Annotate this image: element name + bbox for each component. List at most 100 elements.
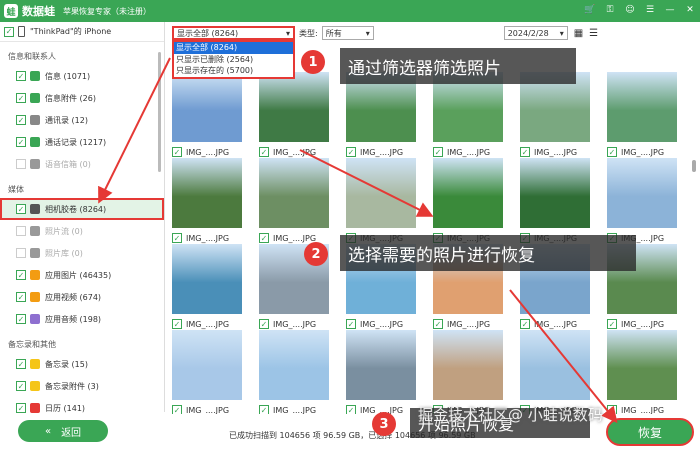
dropdown-option-all[interactable]: 显示全部 (8264) bbox=[174, 42, 293, 54]
sidebar-item[interactable]: ✓ 应用视频 (674) bbox=[0, 286, 164, 308]
photo-cell[interactable]: ✓IMG_....JPG bbox=[172, 72, 242, 159]
sidebar-item-checkbox[interactable]: ✓ bbox=[16, 93, 26, 103]
photo-cell[interactable]: ✓IMG_....JPG bbox=[433, 158, 503, 245]
photo-checkbox[interactable]: ✓ bbox=[433, 147, 443, 157]
photo-checkbox[interactable]: ✓ bbox=[607, 319, 617, 329]
sidebar-item[interactable]: ✓ 备忘录 (15) bbox=[0, 353, 164, 375]
photo-checkbox[interactable]: ✓ bbox=[172, 405, 182, 414]
photo-cell[interactable]: ✓IMG_....JPG bbox=[433, 72, 503, 159]
sidebar-item[interactable]: ✓ 备忘录附件 (3) bbox=[0, 375, 164, 397]
key-icon[interactable]: ⚿ bbox=[604, 4, 616, 16]
feedback-icon[interactable]: ☺ bbox=[624, 4, 636, 16]
photo-thumbnail[interactable] bbox=[172, 330, 242, 400]
photo-thumbnail[interactable] bbox=[346, 158, 416, 228]
photo-checkbox[interactable]: ✓ bbox=[607, 405, 617, 414]
type-select[interactable]: 所有 ▾ bbox=[321, 26, 374, 40]
minimize-icon[interactable]: — bbox=[664, 4, 676, 16]
sidebar-item-checkbox[interactable]: ✓ bbox=[16, 115, 26, 125]
sidebar-item-checkbox[interactable] bbox=[16, 226, 26, 236]
sidebar-item[interactable]: ✓ 相机胶卷 (8264) bbox=[0, 198, 164, 220]
photo-thumbnail[interactable] bbox=[259, 72, 329, 142]
photo-cell[interactable]: ✓IMG_....JPG bbox=[346, 330, 416, 414]
device-checkbox[interactable]: ✓ bbox=[4, 26, 14, 37]
sidebar-item[interactable]: ✓ 通话记录 (1217) bbox=[0, 131, 164, 153]
sidebar-item[interactable]: ✓ 日历 (141) bbox=[0, 397, 164, 419]
dropdown-option-deleted[interactable]: 只显示已删除 (2564) bbox=[174, 54, 293, 66]
device-row[interactable]: ✓ "ThinkPad"的 iPhone bbox=[0, 22, 164, 42]
photo-checkbox[interactable]: ✓ bbox=[259, 147, 269, 157]
photo-thumbnail[interactable] bbox=[259, 158, 329, 228]
photo-checkbox[interactable]: ✓ bbox=[259, 405, 269, 414]
photo-checkbox[interactable]: ✓ bbox=[346, 405, 356, 414]
photo-cell[interactable]: ✓IMG_....JPG bbox=[172, 244, 242, 331]
sidebar-item[interactable]: ✓ 信息附件 (26) bbox=[0, 87, 164, 109]
sidebar-scrollbar[interactable] bbox=[158, 52, 161, 172]
photo-checkbox[interactable]: ✓ bbox=[259, 319, 269, 329]
sidebar-item-checkbox[interactable] bbox=[16, 159, 26, 169]
sidebar-item[interactable]: 照片库 (0) bbox=[0, 242, 164, 264]
photo-cell[interactable]: ✓IMG_....JPG bbox=[259, 330, 329, 414]
sidebar-item-checkbox[interactable]: ✓ bbox=[16, 381, 26, 391]
photo-cell[interactable]: ✓IMG_....JPG bbox=[607, 158, 677, 245]
photo-thumbnail[interactable] bbox=[607, 158, 677, 228]
photo-checkbox[interactable]: ✓ bbox=[259, 233, 269, 243]
recover-button[interactable]: 恢复 bbox=[606, 418, 694, 446]
grid-scrollbar[interactable] bbox=[692, 160, 696, 172]
sidebar-item[interactable]: ✓ 通讯录 (12) bbox=[0, 109, 164, 131]
photo-checkbox[interactable]: ✓ bbox=[607, 147, 617, 157]
sidebar-item-checkbox[interactable] bbox=[16, 248, 26, 258]
photo-thumbnail[interactable] bbox=[259, 330, 329, 400]
photo-thumbnail[interactable] bbox=[433, 330, 503, 400]
sidebar-item-checkbox[interactable]: ✓ bbox=[16, 71, 26, 81]
photo-cell[interactable]: ✓IMG_....JPG bbox=[433, 330, 503, 414]
photo-cell[interactable]: ✓IMG_....JPG bbox=[172, 330, 242, 414]
back-button[interactable]: « 返回 bbox=[18, 420, 108, 442]
photo-cell[interactable]: ✓IMG_....JPG bbox=[346, 72, 416, 159]
photo-checkbox[interactable]: ✓ bbox=[346, 147, 356, 157]
sidebar-item[interactable]: 照片流 (0) bbox=[0, 220, 164, 242]
photo-thumbnail[interactable] bbox=[520, 330, 590, 400]
sidebar-item-checkbox[interactable]: ✓ bbox=[16, 359, 26, 369]
close-icon[interactable]: ✕ bbox=[684, 4, 696, 16]
photo-cell[interactable]: ✓IMG_....JPG bbox=[520, 330, 590, 414]
show-filter-select[interactable]: 显示全部 (8264) ▾ bbox=[172, 26, 295, 40]
cart-icon[interactable]: 🛒 bbox=[584, 4, 596, 16]
photo-cell[interactable]: ✓IMG_....JPG bbox=[520, 72, 590, 159]
sidebar-item-checkbox[interactable]: ✓ bbox=[16, 314, 26, 324]
photo-thumbnail[interactable] bbox=[520, 158, 590, 228]
sidebar-item[interactable]: 语音信箱 (0) bbox=[0, 153, 164, 175]
sidebar-item-checkbox[interactable]: ✓ bbox=[16, 137, 26, 147]
photo-cell[interactable]: ✓IMG_....JPG bbox=[607, 330, 677, 414]
photo-checkbox[interactable]: ✓ bbox=[346, 319, 356, 329]
sidebar-item[interactable]: ✓ 信息 (1071) bbox=[0, 65, 164, 87]
photo-thumbnail[interactable] bbox=[433, 158, 503, 228]
photo-checkbox[interactable]: ✓ bbox=[520, 147, 530, 157]
photo-checkbox[interactable]: ✓ bbox=[172, 233, 182, 243]
sidebar-item-checkbox[interactable]: ✓ bbox=[16, 270, 26, 280]
sidebar-item[interactable]: ✓ 应用图片 (46435) bbox=[0, 264, 164, 286]
photo-cell[interactable]: ✓IMG_....JPG bbox=[259, 72, 329, 159]
dropdown-option-existing[interactable]: 只显示存在的 (5700) bbox=[174, 65, 293, 77]
list-view-icon[interactable]: ☰ bbox=[589, 28, 598, 39]
photo-checkbox[interactable]: ✓ bbox=[520, 319, 530, 329]
photo-checkbox[interactable]: ✓ bbox=[172, 147, 182, 157]
photo-thumbnail[interactable] bbox=[172, 72, 242, 142]
photo-cell[interactable]: ✓IMG_....JPG bbox=[346, 158, 416, 245]
photo-thumbnail[interactable] bbox=[172, 158, 242, 228]
photo-cell[interactable]: ✓IMG_....JPG bbox=[172, 158, 242, 245]
sidebar-item[interactable]: ✓ 应用音频 (198) bbox=[0, 308, 164, 330]
photo-thumbnail[interactable] bbox=[172, 244, 242, 314]
photo-checkbox[interactable]: ✓ bbox=[172, 319, 182, 329]
photo-cell[interactable]: ✓IMG_....JPG bbox=[259, 158, 329, 245]
sidebar-item-checkbox[interactable]: ✓ bbox=[16, 292, 26, 302]
sidebar-item-checkbox[interactable]: ✓ bbox=[16, 403, 26, 413]
grid-view-icon[interactable]: ▦ bbox=[574, 28, 583, 39]
sidebar-item-checkbox[interactable]: ✓ bbox=[16, 204, 26, 214]
photo-cell[interactable]: ✓IMG_....JPG bbox=[520, 158, 590, 245]
photo-thumbnail[interactable] bbox=[607, 72, 677, 142]
photo-checkbox[interactable]: ✓ bbox=[433, 319, 443, 329]
menu-icon[interactable]: ☰ bbox=[644, 4, 656, 16]
date-select[interactable]: 2024/2/28 ▾ bbox=[503, 26, 568, 40]
photo-cell[interactable]: ✓IMG_....JPG bbox=[607, 72, 677, 159]
photo-thumbnail[interactable] bbox=[607, 330, 677, 400]
